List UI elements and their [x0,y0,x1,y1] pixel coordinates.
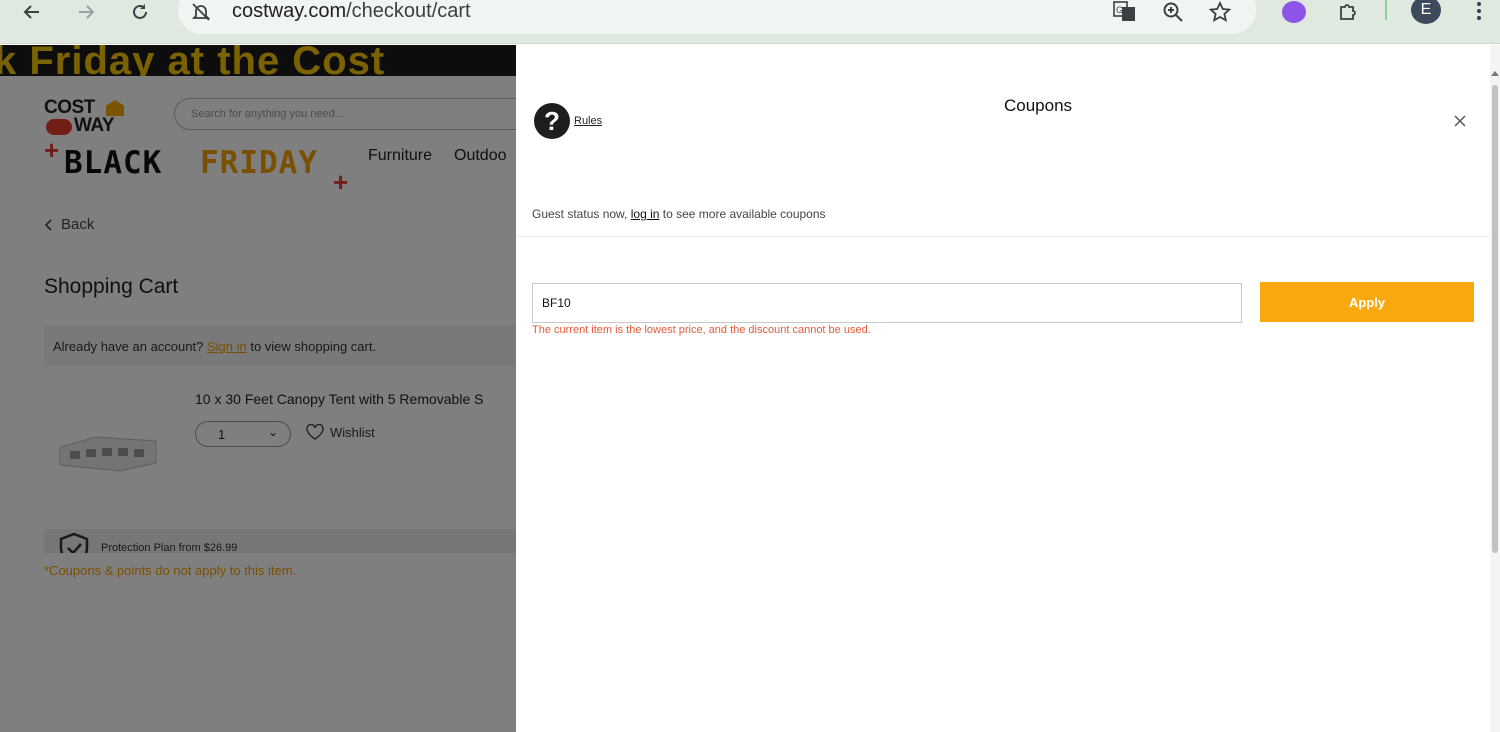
back-arrow-icon[interactable] [14,0,50,24]
notification-blocked-icon[interactable] [190,1,212,23]
bookmark-star-icon[interactable] [1205,0,1235,24]
svg-text:G: G [1116,5,1123,15]
extensions-puzzle-icon[interactable] [1335,0,1361,24]
guest-suffix: to see more available coupons [662,207,826,221]
modal-backdrop[interactable] [0,45,516,732]
toolbar-divider [1385,0,1387,20]
scrollbar[interactable] [1490,45,1500,732]
scrollbar-thumb[interactable] [1492,85,1498,553]
profile-avatar[interactable]: E [1411,0,1441,24]
guest-status-text: Guest status now, log in to see more ava… [532,207,826,221]
scroll-up-arrow-icon[interactable] [1491,71,1499,76]
coupons-drawer: ? Rules Coupons Guest status now, log in… [516,45,1500,732]
forward-arrow-icon[interactable] [68,0,104,24]
drawer-title: Coupons [1003,96,1073,115]
extension-icon[interactable] [1281,0,1307,24]
reload-icon[interactable] [122,0,158,24]
apply-button[interactable]: Apply [1260,282,1474,322]
guest-prefix: Guest status now, [532,207,628,221]
login-link[interactable]: log in [631,207,660,221]
translate-icon[interactable]: G [1110,0,1140,24]
coupon-error-message: The current item is the lowest price, an… [532,324,871,336]
rules-link[interactable]: Rules [574,115,602,127]
kebab-menu-icon[interactable] [1470,0,1488,24]
browser-toolbar: costway.com/checkout/cart G E [0,0,1500,44]
close-icon[interactable] [1450,111,1470,131]
divider [516,236,1500,237]
url-text[interactable]: costway.com/checkout/cart [232,0,471,23]
address-bar[interactable]: costway.com/checkout/cart [178,0,1256,34]
coupon-code-input[interactable] [532,283,1242,323]
question-icon[interactable]: ? [534,103,570,139]
zoom-icon[interactable] [1158,0,1188,24]
